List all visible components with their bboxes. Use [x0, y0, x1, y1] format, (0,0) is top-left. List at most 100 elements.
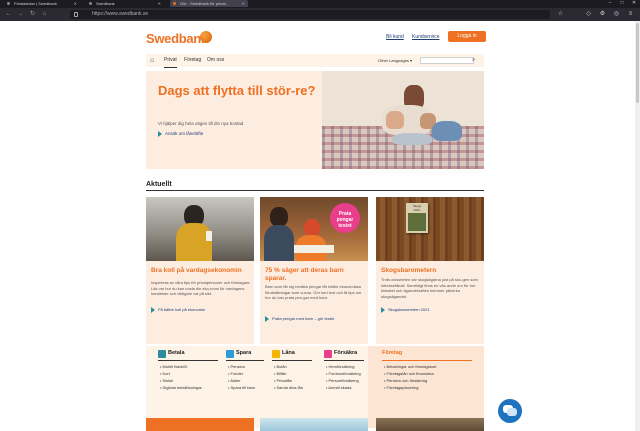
scrollbar-thumb[interactable]	[636, 23, 639, 103]
site-header: Swedbank Bli kund Kundservice Logga in	[146, 29, 486, 53]
arrow-right-icon	[265, 316, 269, 322]
report-cover-label: Skogs 2021	[412, 204, 422, 212]
menu-link[interactable]: Digitala betallösningar	[160, 385, 202, 390]
hero-cta-link[interactable]: Ansök om lånelöfte	[158, 131, 203, 137]
kundservice-link[interactable]: Kundservice	[412, 34, 440, 40]
section-title-aktuellt: Aktuellt	[146, 181, 172, 188]
menu-link[interactable]: Personförsäkring	[326, 378, 359, 383]
news-card[interactable]: Skogs 2021 Skogsbarometern Trots ovisshe…	[376, 197, 484, 344]
main-navigation: ⌂ Privat Företag Om oss Other Languages …	[146, 54, 484, 68]
teaser-card[interactable]	[260, 418, 368, 431]
other-languages-dropdown[interactable]: Other Languages ▾	[378, 54, 412, 67]
tab-title: Gör - Swedbank för privat...	[180, 1, 229, 6]
betala-icon	[158, 350, 166, 358]
login-button[interactable]: Logga in	[448, 31, 486, 42]
minimize-icon[interactable]: –	[604, 0, 616, 8]
menu-link[interactable]: Spara till barn	[228, 385, 256, 390]
prata-pengar-badge[interactable]: Prata pengar testet	[330, 203, 360, 233]
lana-icon	[272, 350, 280, 358]
teaser-card[interactable]	[376, 418, 484, 431]
hero-cta-label: Ansök om lånelöfte	[165, 131, 204, 137]
extensions-icon[interactable]: ⚙	[598, 10, 607, 19]
forward-icon[interactable]: →	[16, 10, 25, 19]
home-browser-icon[interactable]: ⌂	[40, 10, 49, 19]
divider	[158, 360, 218, 361]
card-link[interactable]: Prata pengar med barn – gör testet	[265, 316, 334, 322]
back-icon[interactable]: ←	[4, 10, 13, 19]
bookmark-star-icon[interactable]: ☆	[556, 10, 565, 19]
menu-link[interactable]: Swish	[160, 378, 174, 383]
menu-link[interactable]: Mobilt BankID	[160, 364, 188, 369]
menu-link[interactable]: Hemförsäkring	[326, 364, 355, 369]
favicon-icon	[89, 2, 92, 5]
bli-kund-link[interactable]: Bli kund	[386, 34, 404, 40]
close-tab-icon[interactable]: ✕	[242, 0, 245, 7]
category-menu: Betala Mobilt BankID Kort Swish Digitala…	[146, 346, 484, 428]
account-icon[interactable]: ◎	[612, 10, 621, 19]
menu-link[interactable]: Företagsplacering	[384, 385, 419, 390]
news-card[interactable]: Prata pengar testet 75 % säger att deras…	[260, 197, 368, 344]
arrow-right-icon	[158, 131, 162, 137]
menu-link[interactable]: Samla dina lån	[274, 385, 303, 390]
family-on-bed-photo	[322, 71, 484, 169]
card-link[interactable]: Skogsbarometern 2021	[381, 307, 430, 313]
browser-tab-active[interactable]: Gör - Swedbank för privat... ✕	[170, 0, 248, 7]
swedbank-logo[interactable]: Swedbank	[146, 31, 208, 46]
card-link-label: Prata pengar med barn – gör testet	[272, 316, 335, 322]
menu-link[interactable]: Aktier	[228, 378, 240, 383]
menu-link[interactable]: Billån	[274, 371, 287, 376]
category-title[interactable]: Spara	[236, 350, 251, 356]
card-title: 75 % säger att deras barn sparar.	[265, 267, 344, 282]
parent-and-child-photo: Prata pengar testet	[260, 197, 368, 261]
url-text: https://www.swedbank.se	[92, 11, 149, 17]
home-icon[interactable]: ⌂	[150, 57, 158, 64]
close-window-icon[interactable]: ✕	[628, 0, 640, 8]
spara-icon	[226, 350, 234, 358]
divider	[146, 190, 484, 191]
search-icon[interactable]: ⌕	[472, 57, 475, 64]
close-tab-icon[interactable]: ✕	[74, 0, 77, 7]
close-tab-icon[interactable]: ✕	[158, 0, 161, 7]
menu-link[interactable]: Fordonsförsäkring	[326, 371, 361, 376]
search-input[interactable]	[420, 57, 474, 64]
swedbank-oak-logo-icon[interactable]	[200, 31, 212, 43]
browser-tab[interactable]: Swedbank ✕	[86, 0, 164, 7]
menu-link[interactable]: Pension och försäkring	[384, 378, 428, 383]
category-title[interactable]: Försäkra	[334, 350, 357, 356]
news-card[interactable]: Bra koll på vardagsekonomin Inspireras a…	[146, 197, 254, 344]
pocket-icon[interactable]: ◇	[584, 10, 593, 19]
menu-link[interactable]: Privatlån	[274, 378, 293, 383]
webpage: Swedbank Bli kund Kundservice Logga in ⌂…	[0, 21, 640, 431]
category-title[interactable]: Låna	[282, 350, 295, 356]
chat-button[interactable]	[498, 399, 522, 423]
menu-icon[interactable]: ≡	[626, 10, 635, 19]
category-title[interactable]: Betala	[168, 350, 185, 356]
menu-link[interactable]: Företagslån och finansiera	[384, 371, 434, 376]
card-link-label: Få bättre koll på ekonomin	[158, 307, 206, 313]
menu-link[interactable]: Kort	[160, 371, 170, 376]
hero-banner: Dags att flytta till stör-re? Vi hjälper…	[146, 71, 484, 169]
menu-link[interactable]: Pension	[228, 364, 245, 369]
nav-item-privat[interactable]: Privat	[164, 54, 177, 68]
arrow-right-icon	[151, 307, 155, 313]
teaser-card[interactable]	[146, 418, 254, 431]
favicon-icon	[7, 2, 10, 5]
tab-title: Swedbank	[96, 1, 115, 6]
maximize-icon[interactable]: □	[616, 0, 628, 8]
card-link[interactable]: Få bättre koll på ekonomin	[151, 307, 205, 313]
menu-link[interactable]: Betalningar och företagskort	[384, 364, 437, 369]
url-bar[interactable]: https://www.swedbank.se	[70, 10, 550, 19]
divider	[226, 360, 264, 361]
arrow-right-icon	[381, 307, 385, 313]
browser-tab[interactable]: Förstasidan | Swedbank ✕	[4, 0, 80, 7]
reload-icon[interactable]: ↻	[28, 10, 37, 19]
menu-link[interactable]: Bolån	[274, 364, 287, 369]
nav-item-om-oss[interactable]: Om oss	[207, 54, 224, 67]
page-scrollbar[interactable]	[635, 21, 640, 431]
divider	[272, 360, 312, 361]
nav-item-foretag[interactable]: Företag	[184, 54, 201, 67]
category-title[interactable]: Företag	[382, 350, 402, 356]
menu-link[interactable]: Anmäl skada	[326, 385, 351, 390]
menu-link[interactable]: Fonder	[228, 371, 244, 376]
card-title: Skogsbarometern	[381, 267, 437, 274]
